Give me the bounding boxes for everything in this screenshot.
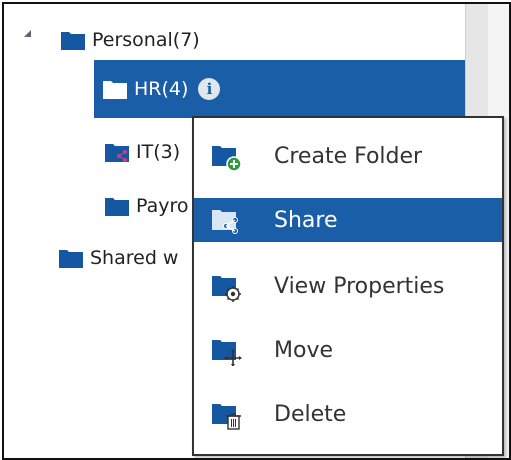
menu-item-label: Create Folder: [274, 143, 423, 169]
context-menu: Create Folder Share View Properties Move: [192, 116, 504, 456]
tree-node-label: Personal(7): [92, 29, 200, 51]
tree-node-label: IT(3): [136, 141, 181, 163]
menu-item-delete[interactable]: Delete: [194, 392, 502, 436]
tree-node-it[interactable]: IT(3): [104, 136, 180, 168]
menu-item-move[interactable]: Move: [194, 328, 502, 372]
menu-item-create-folder[interactable]: Create Folder: [194, 134, 502, 178]
menu-item-label: Delete: [274, 401, 347, 427]
menu-item-share[interactable]: Share: [194, 198, 502, 242]
tree-node-payroll[interactable]: Payro: [104, 190, 189, 222]
folder-icon: [59, 250, 83, 268]
folder-icon: [61, 32, 85, 50]
menu-item-view-properties[interactable]: View Properties: [194, 264, 502, 308]
folder-icon: [105, 198, 129, 216]
shared-folder-icon: [105, 144, 129, 162]
menu-item-label: Share: [274, 207, 338, 233]
tree-node-hr[interactable]: HR(4) i: [94, 60, 466, 118]
folder-settings-icon: [212, 276, 241, 302]
folder-add-icon: [212, 146, 242, 172]
menu-item-label: Move: [274, 337, 333, 363]
collapse-personal-icon[interactable]: [24, 30, 31, 37]
tree-node-label: HR(4): [134, 78, 189, 100]
tree-node-label: Payro: [136, 195, 189, 217]
info-icon[interactable]: i: [198, 78, 221, 100]
folder-share-icon: [212, 210, 238, 234]
folder-move-icon: [212, 340, 242, 366]
folder-delete-icon: [212, 404, 241, 430]
menu-item-label: View Properties: [274, 273, 445, 299]
tree-node-shared[interactable]: Shared w: [58, 242, 178, 274]
tree-node-label: Shared w: [90, 247, 179, 269]
tree-node-personal[interactable]: Personal(7): [60, 24, 200, 56]
folder-icon: [103, 81, 127, 99]
